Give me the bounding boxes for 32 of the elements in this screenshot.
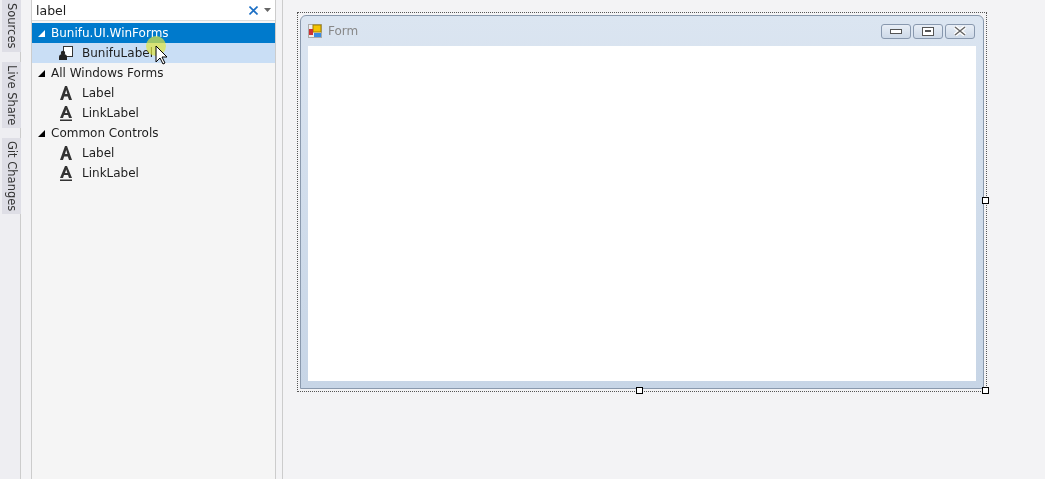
toolbox-item[interactable]: Label (32, 83, 275, 103)
toolbox-item[interactable]: LinkLabel (32, 163, 275, 183)
side-tab[interactable]: Live Share (2, 61, 21, 128)
toolbox-item[interactable]: BunifuLabel (32, 43, 275, 63)
resize-handle[interactable] (982, 197, 989, 204)
form-title: Form (328, 24, 360, 38)
side-tab[interactable]: Git Changes (2, 137, 21, 215)
letter-icon (59, 145, 73, 161)
expanded-icon[interactable] (38, 129, 45, 137)
close-icon (953, 26, 967, 36)
tree-group[interactable]: All Windows Forms (32, 63, 275, 83)
search-field[interactable]: label (36, 2, 249, 18)
close-icon[interactable] (249, 5, 258, 15)
minimize-icon (890, 28, 902, 34)
side-tab[interactable]: Sources (2, 0, 21, 52)
tree-group[interactable]: Common Controls (32, 123, 275, 143)
maximize-icon (922, 26, 934, 36)
underlined-letter-icon (59, 165, 73, 181)
resize-handle[interactable] (636, 387, 643, 394)
underlined-letter-icon (59, 105, 73, 121)
dropdown-icon[interactable] (264, 8, 271, 12)
maximize-button[interactable] (913, 23, 943, 39)
search-box[interactable]: label (32, 0, 275, 21)
form-icon (308, 24, 322, 38)
resize-handle[interactable] (982, 387, 989, 394)
toolbox-item[interactable]: LinkLabel (32, 103, 275, 123)
toolbox-item[interactable]: Label (32, 143, 275, 163)
close-button[interactable] (945, 23, 975, 39)
expanded-icon[interactable] (38, 69, 45, 77)
tree-group[interactable]: Bunifu.UI.WinForms (32, 23, 275, 43)
letter-icon (59, 85, 73, 101)
minimize-button[interactable] (881, 23, 911, 39)
